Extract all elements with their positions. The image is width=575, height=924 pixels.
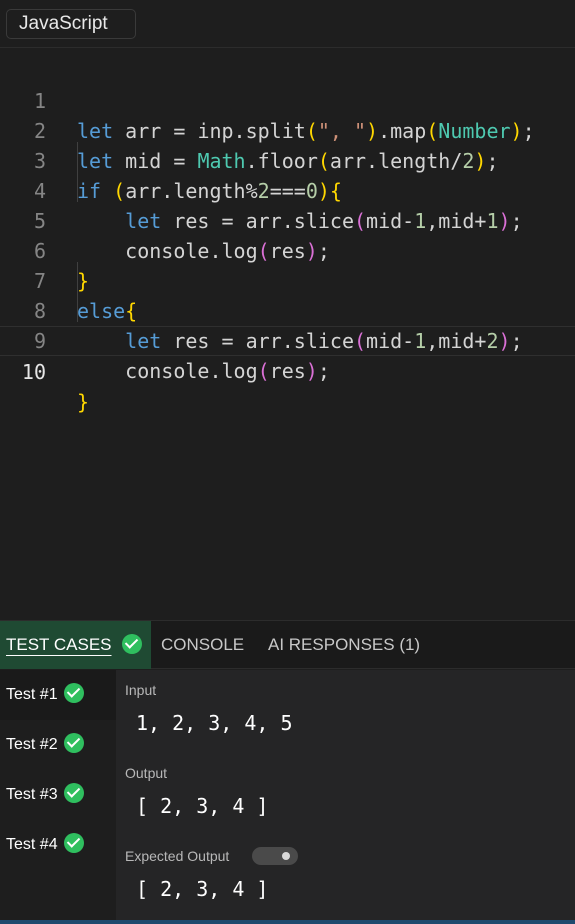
tab-label: TEST CASES	[6, 635, 112, 654]
code-line-10[interactable]: 10 }	[0, 326, 575, 414]
check-circle-icon	[63, 833, 84, 854]
test-item-1[interactable]: Test #1	[0, 670, 116, 720]
test-label: Test #4	[6, 836, 58, 853]
code-text: console.log(res);	[77, 356, 330, 386]
code-line-9[interactable]: 9 console.log(res);	[0, 296, 575, 383]
expected-output-value: [ 2, 3, 4 ]	[136, 877, 269, 901]
test-result: Input 1, 2, 3, 4, 5 Output [ 2, 3, 4 ] E…	[116, 670, 575, 924]
input-value: 1, 2, 3, 4, 5	[136, 711, 293, 735]
tab-console[interactable]: CONSOLE	[161, 621, 244, 669]
line-number: 10	[21, 360, 46, 384]
test-label: Test #3	[6, 786, 58, 803]
code-token: ;	[317, 359, 330, 383]
test-item-3[interactable]: Test #3	[0, 770, 116, 820]
code-line-5[interactable]: 5 console.log(res);	[0, 176, 575, 263]
tab-ai-responses[interactable]: AI RESPONSES (1)	[268, 621, 420, 669]
test-label: Test #2	[6, 736, 58, 753]
code-token: console.log	[125, 359, 258, 383]
status-strip	[0, 920, 575, 924]
test-item-2[interactable]: Test #2	[0, 720, 116, 770]
editor-toolbar: JavaScript	[0, 0, 575, 48]
language-select[interactable]: JavaScript	[6, 9, 136, 39]
input-label: Input	[125, 682, 157, 698]
code-line-8[interactable]: 8 let res = arr.slice(mid-1,mid+2);	[0, 266, 575, 353]
output-value: [ 2, 3, 4 ]	[136, 794, 269, 818]
code-line-2[interactable]: 2 let mid = Math.floor(arr.length/2);	[0, 86, 575, 173]
code-line-1[interactable]: 1 let arr = inp.split(", ").map(Number);	[0, 56, 575, 143]
tab-test-cases[interactable]: TEST CASES	[0, 621, 151, 669]
check-circle-icon	[63, 733, 84, 754]
test-panel: TEST CASES CONSOLE AI RESPONSES (1) Test…	[0, 620, 575, 924]
code-line-7[interactable]: 7 else{	[0, 236, 575, 323]
check-circle-icon	[122, 633, 143, 654]
code-token: )	[305, 359, 318, 383]
output-label: Output	[125, 765, 168, 781]
code-text: }	[77, 387, 89, 417]
test-item-4[interactable]: Test #4	[0, 820, 116, 870]
expected-output-toggle[interactable]	[252, 847, 298, 865]
code-token: (	[257, 359, 270, 383]
expected-output-label: Expected Output	[125, 848, 230, 864]
toggle-knob	[282, 852, 290, 860]
code-line-4[interactable]: 4 let res = arr.slice(mid-1,mid+1);	[0, 146, 575, 233]
code-line-3[interactable]: 3 if (arr.length%2===0){	[0, 116, 575, 203]
code-token: }	[77, 390, 90, 414]
test-list: Test #1 Test #2 Test #3 Test #4	[0, 670, 116, 924]
code-line-6[interactable]: 6 }	[0, 206, 575, 293]
code-token: res	[269, 359, 306, 383]
check-circle-icon	[63, 683, 84, 704]
code-editor[interactable]: 1 let arr = inp.split(", ").map(Number);…	[0, 52, 575, 620]
test-label: Test #1	[6, 686, 58, 703]
check-circle-icon	[63, 783, 84, 804]
panel-tabs: TEST CASES CONSOLE AI RESPONSES (1)	[0, 621, 575, 669]
